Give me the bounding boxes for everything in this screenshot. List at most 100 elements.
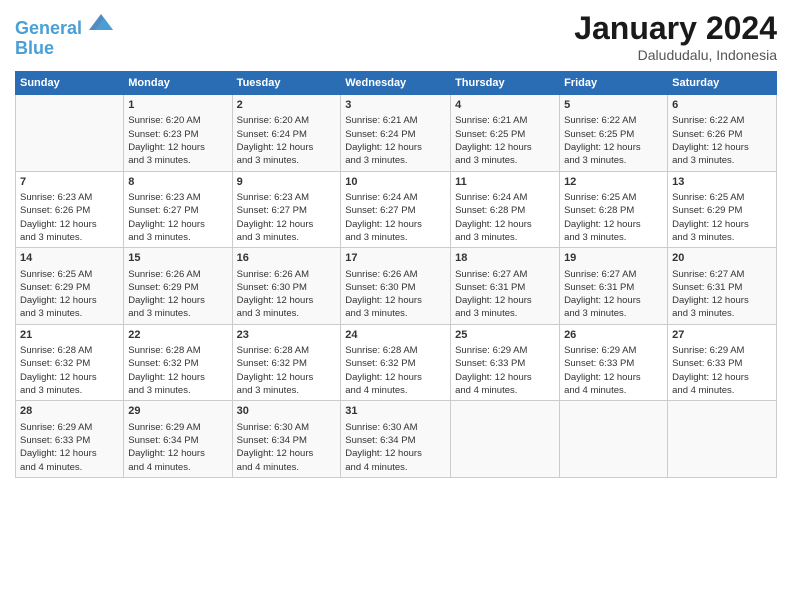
title-area: January 2024 Dalududalu, Indonesia [574, 10, 777, 63]
day-info: Sunrise: 6:23 AM Sunset: 6:27 PM Dayligh… [237, 191, 337, 244]
calendar-table: SundayMondayTuesdayWednesdayThursdayFrid… [15, 71, 777, 478]
calendar-cell: 3Sunrise: 6:21 AM Sunset: 6:24 PM Daylig… [341, 95, 451, 172]
calendar-cell: 11Sunrise: 6:24 AM Sunset: 6:28 PM Dayli… [451, 171, 560, 248]
day-info: Sunrise: 6:29 AM Sunset: 6:33 PM Dayligh… [672, 344, 772, 397]
location-subtitle: Dalududalu, Indonesia [574, 47, 777, 63]
day-number: 29 [128, 404, 227, 419]
day-info: Sunrise: 6:30 AM Sunset: 6:34 PM Dayligh… [237, 421, 337, 474]
day-info: Sunrise: 6:26 AM Sunset: 6:29 PM Dayligh… [128, 268, 227, 321]
day-number: 11 [455, 175, 555, 190]
day-info: Sunrise: 6:29 AM Sunset: 6:34 PM Dayligh… [128, 421, 227, 474]
column-header-wednesday: Wednesday [341, 72, 451, 95]
column-header-monday: Monday [124, 72, 232, 95]
calendar-cell: 20 Sunrise: 6:27 AM Sunset: 6:31 PM Dayli… [668, 248, 777, 325]
day-number: 2 [237, 98, 337, 113]
calendar-cell [16, 95, 124, 172]
calendar-cell: 2Sunrise: 6:20 AM Sunset: 6:24 PM Daylig… [232, 95, 341, 172]
calendar-cell: 14 Sunrise: 6:25 AM Sunset: 6:29 PM Dayli… [16, 248, 124, 325]
day-info: Sunrise: 6:20 AM Sunset: 6:24 PM Dayligh… [237, 114, 337, 167]
calendar-cell: 25Sunrise: 6:29 AM Sunset: 6:33 PM Dayli… [451, 324, 560, 401]
day-number: 16 [237, 251, 337, 266]
day-info: Sunrise: 6:21 AM Sunset: 6:25 PM Dayligh… [455, 114, 555, 167]
day-number: 4 [455, 98, 555, 113]
day-info: Sunrise: 6:20 AM Sunset: 6:23 PM Dayligh… [128, 114, 227, 167]
day-number: 18 [455, 251, 555, 266]
calendar-cell: 15 Sunrise: 6:26 AM Sunset: 6:29 PM Dayli… [124, 248, 232, 325]
calendar-cell: 8Sunrise: 6:23 AM Sunset: 6:27 PM Daylig… [124, 171, 232, 248]
day-number: 19 [564, 251, 663, 266]
calendar-week-row: 14 Sunrise: 6:25 AM Sunset: 6:29 PM Dayli… [16, 248, 777, 325]
day-info: Sunrise: 6:28 AM Sunset: 6:32 PM Dayligh… [345, 344, 446, 397]
day-number: 15 [128, 251, 227, 266]
calendar-cell: 12Sunrise: 6:25 AM Sunset: 6:28 PM Dayli… [560, 171, 668, 248]
calendar-cell: 21Sunrise: 6:28 AM Sunset: 6:32 PM Dayli… [16, 324, 124, 401]
day-info: Sunrise: 6:21 AM Sunset: 6:24 PM Dayligh… [345, 114, 446, 167]
column-header-thursday: Thursday [451, 72, 560, 95]
month-title: January 2024 [574, 10, 777, 47]
page-header: General Blue January 2024 Dalududalu, In… [15, 10, 777, 63]
day-number: 6 [672, 98, 772, 113]
day-info: Sunrise: 6:27 AM Sunset: 6:31 PM Dayligh… [564, 268, 663, 321]
day-info: Sunrise: 6:24 AM Sunset: 6:28 PM Dayligh… [455, 191, 555, 244]
day-info: Sunrise: 6:28 AM Sunset: 6:32 PM Dayligh… [237, 344, 337, 397]
calendar-week-row: 21Sunrise: 6:28 AM Sunset: 6:32 PM Dayli… [16, 324, 777, 401]
day-info: Sunrise: 6:28 AM Sunset: 6:32 PM Dayligh… [128, 344, 227, 397]
page-container: General Blue January 2024 Dalududalu, In… [0, 0, 792, 612]
calendar-cell: 13Sunrise: 6:25 AM Sunset: 6:29 PM Dayli… [668, 171, 777, 248]
day-info: Sunrise: 6:25 AM Sunset: 6:29 PM Dayligh… [20, 268, 119, 321]
calendar-cell: 29 Sunrise: 6:29 AM Sunset: 6:34 PM Dayli… [124, 401, 232, 478]
calendar-cell: 19 Sunrise: 6:27 AM Sunset: 6:31 PM Dayli… [560, 248, 668, 325]
day-number: 13 [672, 175, 772, 190]
day-info: Sunrise: 6:25 AM Sunset: 6:28 PM Dayligh… [564, 191, 663, 244]
calendar-cell [451, 401, 560, 478]
day-info: Sunrise: 6:23 AM Sunset: 6:26 PM Dayligh… [20, 191, 119, 244]
day-number: 7 [20, 175, 119, 190]
calendar-cell: 22Sunrise: 6:28 AM Sunset: 6:32 PM Dayli… [124, 324, 232, 401]
day-number: 8 [128, 175, 227, 190]
calendar-cell: 18 Sunrise: 6:27 AM Sunset: 6:31 PM Dayli… [451, 248, 560, 325]
calendar-cell: 10Sunrise: 6:24 AM Sunset: 6:27 PM Dayli… [341, 171, 451, 248]
day-info: Sunrise: 6:29 AM Sunset: 6:33 PM Dayligh… [20, 421, 119, 474]
logo-text: General [15, 10, 113, 39]
day-number: 10 [345, 175, 446, 190]
day-number: 12 [564, 175, 663, 190]
calendar-cell [668, 401, 777, 478]
logo: General Blue [15, 10, 113, 59]
calendar-week-row: 28Sunrise: 6:29 AM Sunset: 6:33 PM Dayli… [16, 401, 777, 478]
day-info: Sunrise: 6:29 AM Sunset: 6:33 PM Dayligh… [455, 344, 555, 397]
calendar-cell: 28Sunrise: 6:29 AM Sunset: 6:33 PM Dayli… [16, 401, 124, 478]
day-number: 14 [20, 251, 119, 266]
calendar-cell: 5Sunrise: 6:22 AM Sunset: 6:25 PM Daylig… [560, 95, 668, 172]
calendar-cell: 27Sunrise: 6:29 AM Sunset: 6:33 PM Dayli… [668, 324, 777, 401]
day-info: Sunrise: 6:28 AM Sunset: 6:32 PM Dayligh… [20, 344, 119, 397]
day-info: Sunrise: 6:29 AM Sunset: 6:33 PM Dayligh… [564, 344, 663, 397]
calendar-cell: 24Sunrise: 6:28 AM Sunset: 6:32 PM Dayli… [341, 324, 451, 401]
logo-general: General [15, 18, 82, 38]
column-header-tuesday: Tuesday [232, 72, 341, 95]
calendar-cell: 4Sunrise: 6:21 AM Sunset: 6:25 PM Daylig… [451, 95, 560, 172]
day-number: 17 [345, 251, 446, 266]
day-number: 9 [237, 175, 337, 190]
calendar-cell: 26Sunrise: 6:29 AM Sunset: 6:33 PM Dayli… [560, 324, 668, 401]
day-info: Sunrise: 6:27 AM Sunset: 6:31 PM Dayligh… [672, 268, 772, 321]
day-info: Sunrise: 6:27 AM Sunset: 6:31 PM Dayligh… [455, 268, 555, 321]
calendar-week-row: 1Sunrise: 6:20 AM Sunset: 6:23 PM Daylig… [16, 95, 777, 172]
column-header-sunday: Sunday [16, 72, 124, 95]
day-number: 20 [672, 251, 772, 266]
day-number: 26 [564, 328, 663, 343]
column-header-saturday: Saturday [668, 72, 777, 95]
day-number: 1 [128, 98, 227, 113]
logo-icon [89, 10, 113, 34]
day-number: 5 [564, 98, 663, 113]
day-number: 23 [237, 328, 337, 343]
calendar-cell: 23Sunrise: 6:28 AM Sunset: 6:32 PM Dayli… [232, 324, 341, 401]
logo-blue: Blue [15, 39, 113, 59]
calendar-cell [560, 401, 668, 478]
day-info: Sunrise: 6:26 AM Sunset: 6:30 PM Dayligh… [345, 268, 446, 321]
calendar-header-row: SundayMondayTuesdayWednesdayThursdayFrid… [16, 72, 777, 95]
day-info: Sunrise: 6:23 AM Sunset: 6:27 PM Dayligh… [128, 191, 227, 244]
day-number: 21 [20, 328, 119, 343]
day-number: 27 [672, 328, 772, 343]
day-number: 30 [237, 404, 337, 419]
calendar-cell: 6Sunrise: 6:22 AM Sunset: 6:26 PM Daylig… [668, 95, 777, 172]
